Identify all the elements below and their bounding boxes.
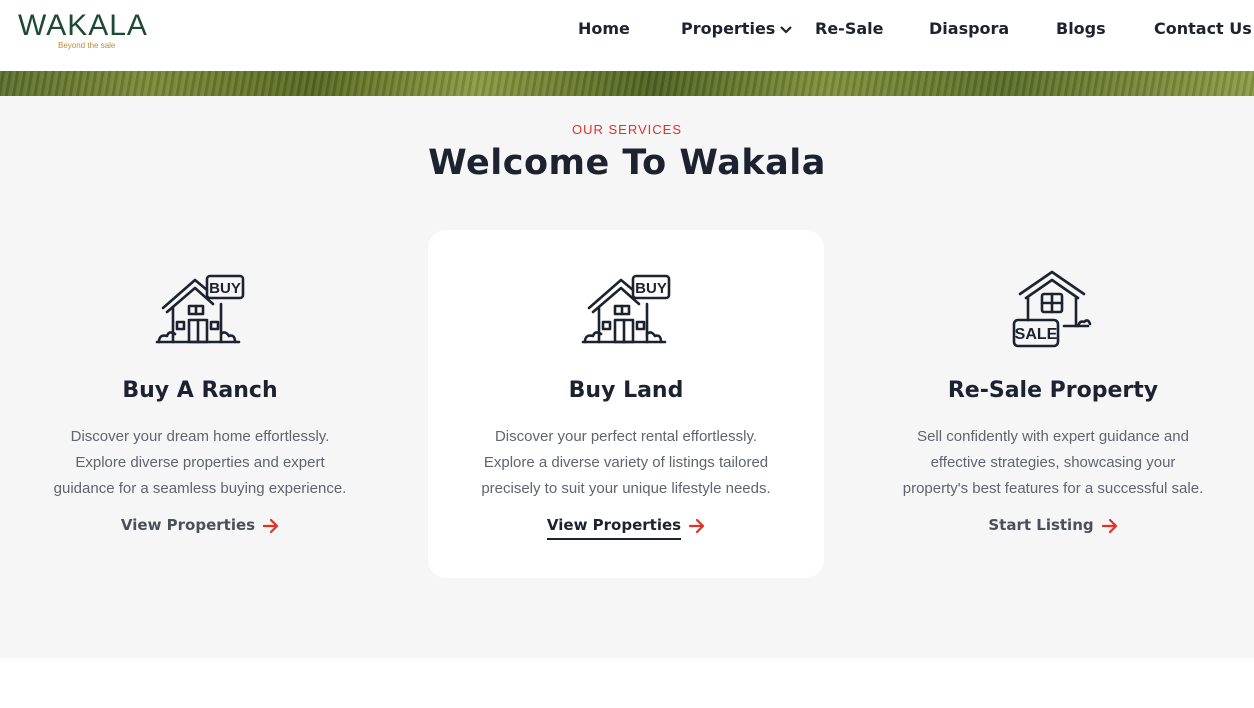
- svg-text:BUY: BUY: [635, 280, 667, 297]
- card-description-line: property's best features for a successfu…: [902, 480, 1204, 497]
- services-section: OUR SERVICES Welcome To Wakala BUY Buy A…: [0, 96, 1254, 658]
- nav-blogs-label: Blogs: [1056, 19, 1106, 38]
- nav-resale[interactable]: Re-Sale: [815, 19, 883, 38]
- logo-wordmark: WAKALA: [18, 9, 148, 42]
- house-sale-icon: SALE: [1008, 268, 1098, 352]
- nav-properties-label: Properties: [681, 19, 776, 38]
- card-description-line: Sell confidently with expert guidance an…: [917, 428, 1189, 445]
- site-header: WAKALA Beyond the sale Home Properties R…: [0, 0, 1254, 71]
- nav-resale-label: Re-Sale: [815, 19, 884, 38]
- nav-properties[interactable]: Properties: [681, 19, 793, 39]
- card-title: Re-Sale Property: [947, 378, 1159, 403]
- nav-diaspora-label: Diaspora: [929, 19, 1010, 38]
- service-card-buy-land: BUY Buy Land Discover your perfect renta…: [428, 230, 824, 578]
- arrow-right-icon: [262, 518, 279, 537]
- card-description-line: Explore a diverse variety of listings ta…: [483, 454, 769, 471]
- card-title: Buy Land: [568, 378, 684, 403]
- arrow-right-icon: [688, 518, 705, 537]
- nav-diaspora[interactable]: Diaspora: [929, 19, 1009, 38]
- card-description-line: effective strategies, showcasing your: [930, 454, 1176, 471]
- link-label: View Properties: [546, 516, 682, 540]
- logo[interactable]: WAKALA Beyond the sale: [18, 10, 153, 54]
- nav-contact-label: Contact Us: [1154, 19, 1252, 38]
- nav-contact[interactable]: Contact Us: [1154, 19, 1252, 38]
- card-title: Buy A Ranch: [122, 378, 278, 403]
- section-title: Welcome To Wakala: [428, 143, 826, 183]
- card-description-line: precisely to suit your unique lifestyle …: [481, 480, 771, 497]
- link-label: View Properties: [120, 516, 256, 534]
- house-buy-icon: BUY: [581, 268, 671, 352]
- card-description: Discover your dream home effortlessly. E…: [2, 424, 398, 502]
- nav-home[interactable]: Home: [578, 19, 630, 38]
- svg-text:SALE: SALE: [1015, 326, 1058, 343]
- card-description-line: Explore diverse properties and expert: [75, 454, 325, 471]
- view-properties-link[interactable]: View Properties: [428, 516, 824, 540]
- nav-home-label: Home: [578, 19, 630, 38]
- section-eyebrow: OUR SERVICES: [571, 122, 682, 137]
- house-buy-icon: BUY: [155, 268, 245, 352]
- page-footer-space: [0, 658, 1254, 708]
- chevron-down-icon: [779, 20, 793, 39]
- link-label: Start Listing: [988, 516, 1094, 534]
- arrow-right-icon: [1101, 518, 1118, 537]
- logo-tagline: Beyond the sale: [58, 41, 116, 50]
- nav-blogs[interactable]: Blogs: [1056, 19, 1106, 38]
- start-listing-link[interactable]: Start Listing: [855, 516, 1251, 538]
- service-card-buy-ranch: BUY Buy A Ranch Discover your dream home…: [2, 230, 398, 578]
- card-description-line: Discover your perfect rental effortlessl…: [494, 428, 758, 445]
- card-description: Sell confidently with expert guidance an…: [855, 424, 1251, 502]
- card-description: Discover your perfect rental effortlessl…: [428, 424, 824, 502]
- service-card-resale: SALE Re-Sale Property Sell confidently w…: [855, 230, 1251, 578]
- card-description-line: guidance for a seamless buying experienc…: [53, 480, 347, 497]
- card-description-line: Discover your dream home effortlessly.: [70, 428, 330, 445]
- hero-image-strip: [0, 71, 1254, 96]
- view-properties-link[interactable]: View Properties: [2, 516, 398, 538]
- svg-text:BUY: BUY: [209, 280, 241, 297]
